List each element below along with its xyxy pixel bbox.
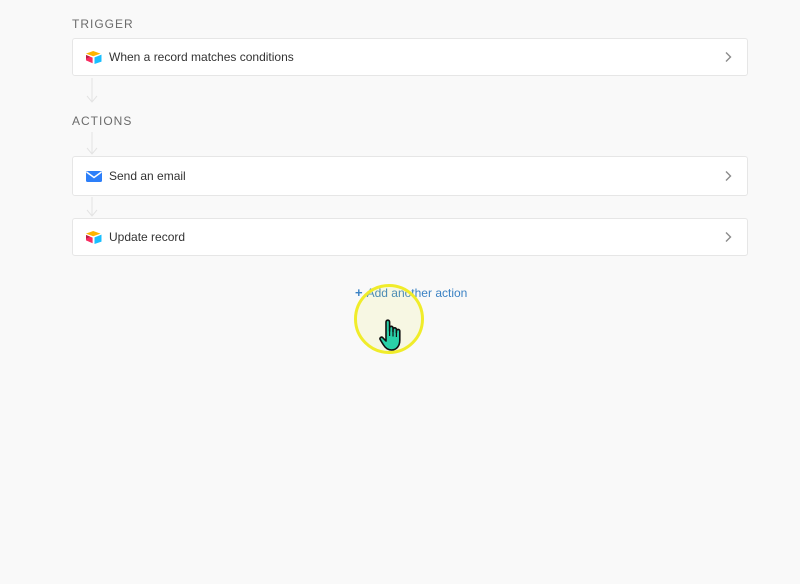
trigger-card[interactable]: When a record matches conditions xyxy=(72,38,748,76)
action-card-send-email[interactable]: Send an email xyxy=(72,156,748,196)
actions-section-label: ACTIONS xyxy=(72,114,133,128)
airtable-logo-icon xyxy=(85,230,103,244)
hand-pointer-cursor-icon xyxy=(377,317,407,353)
arrow-down-icon xyxy=(84,78,100,104)
chevron-right-icon xyxy=(723,50,733,64)
arrow-down-icon xyxy=(84,197,100,218)
chevron-right-icon xyxy=(723,169,733,183)
arrow-down-icon xyxy=(84,132,100,156)
airtable-logo-icon xyxy=(85,50,103,64)
chevron-right-icon xyxy=(723,230,733,244)
trigger-label: When a record matches conditions xyxy=(109,50,294,64)
email-icon xyxy=(85,169,103,183)
action-card-update-record[interactable]: Update record xyxy=(72,218,748,256)
trigger-section-label: TRIGGER xyxy=(72,17,134,31)
action-label: Send an email xyxy=(109,169,186,183)
action-label: Update record xyxy=(109,230,186,244)
